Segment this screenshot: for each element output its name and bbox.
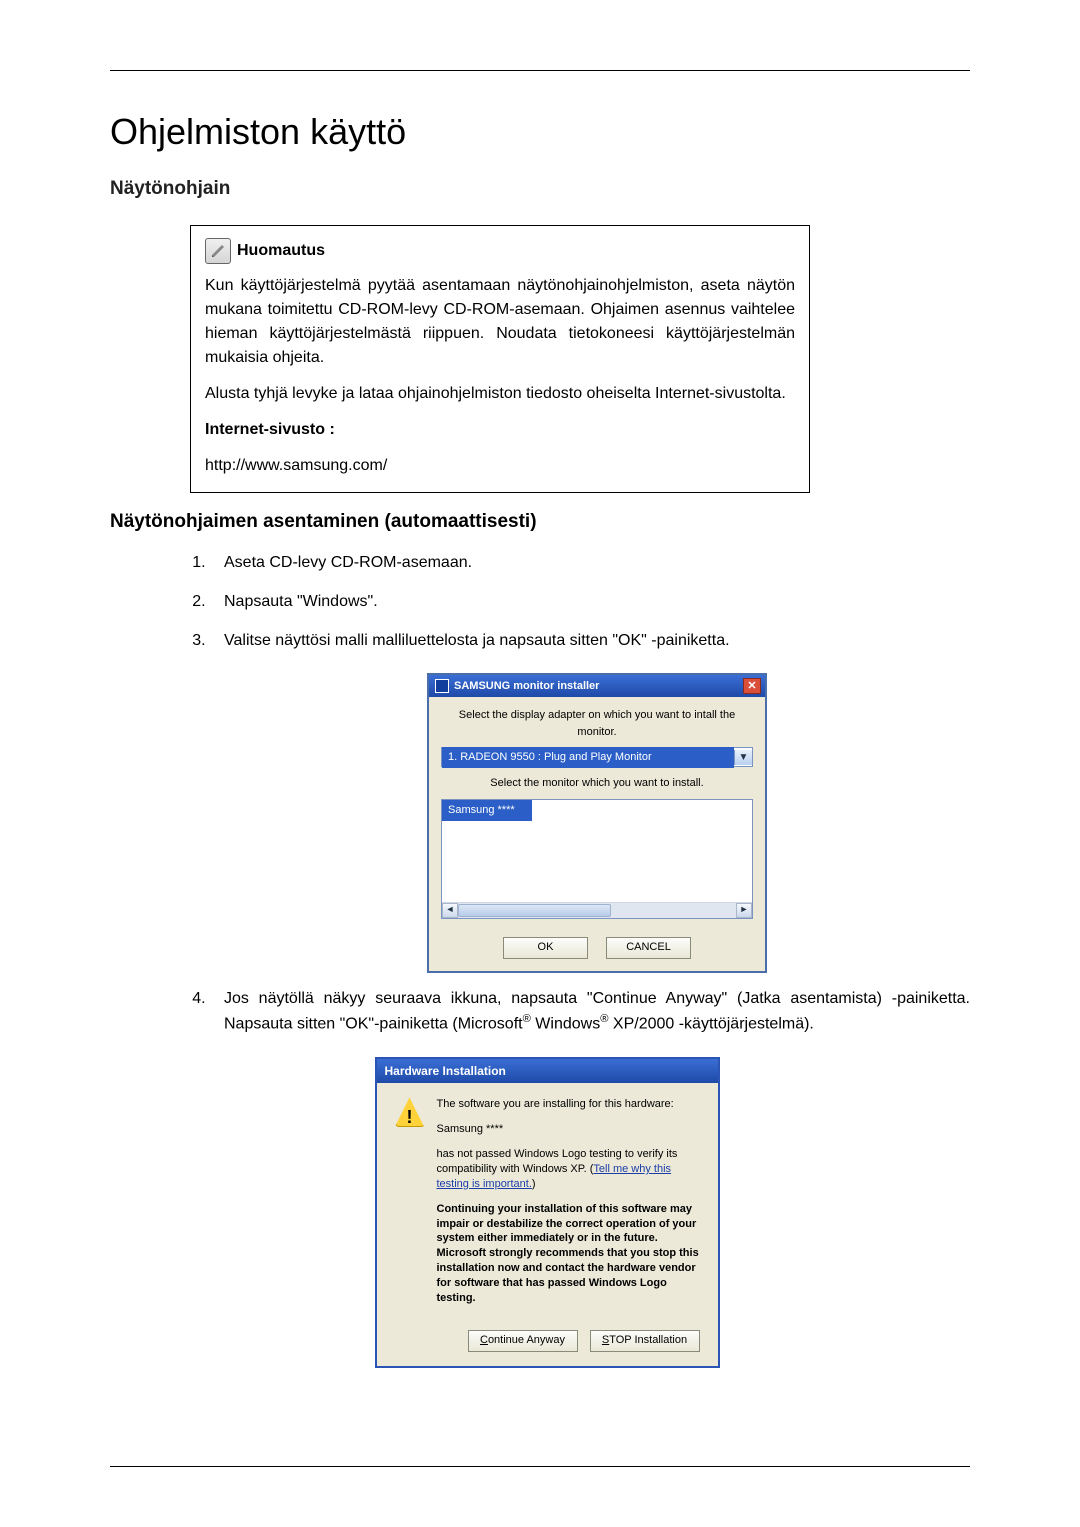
note-paragraph-1: Kun käyttöjärjestelmä pyytää asentamaan … — [205, 274, 795, 370]
cancel-button[interactable]: CANCEL — [606, 937, 691, 959]
note-site-line: Internet-sivusto : — [205, 418, 795, 442]
chevron-down-icon[interactable]: ▼ — [734, 750, 752, 766]
hw-line-2: Samsung **** — [437, 1122, 700, 1137]
hardware-installation-dialog: Hardware Installation The software you a… — [375, 1057, 720, 1367]
step-2: Napsauta "Windows". — [210, 590, 970, 615]
section-heading-driver: Näytönohjain — [110, 178, 970, 200]
dialog-body: Select the display adapter on which you … — [429, 697, 765, 970]
note-paragraph-2: Alusta tyhjä levyke ja lataa ohjainohjel… — [205, 382, 795, 406]
page-title: Ohjelmiston käyttö — [110, 111, 970, 153]
note-box: Huomautus Kun käyttöjärjestelmä pyytää a… — [190, 225, 810, 493]
note-url: http://www.samsung.com/ — [205, 454, 795, 478]
document-page: Ohjelmiston käyttö Näytönohjain Huomautu… — [0, 0, 1080, 1527]
dialog-titlebar: Hardware Installation — [377, 1059, 718, 1083]
step-4-text: Jos näytöllä näkyy seuraava ikkuna, naps… — [224, 987, 970, 1038]
note-header: Huomautus — [205, 238, 795, 264]
note-title: Huomautus — [237, 239, 325, 263]
dialog-app-icon — [435, 679, 449, 693]
scroll-thumb[interactable] — [458, 904, 611, 917]
step-3: Valitse näyttösi malli malliluettelosta … — [210, 629, 970, 973]
monitor-list-item[interactable]: Samsung **** — [442, 800, 532, 821]
top-rule — [110, 70, 970, 71]
scroll-track[interactable] — [458, 903, 736, 918]
install-steps: Aseta CD-levy CD-ROM-asemaan. Napsauta "… — [210, 551, 970, 1368]
continue-anyway-button[interactable]: Continue Anyway — [468, 1330, 578, 1352]
adapter-selected: 1. RADEON 9550 : Plug and Play Monitor — [442, 747, 734, 768]
adapter-prompt: Select the display adapter on which you … — [441, 707, 753, 741]
step-4: Jos näytöllä näkyy seuraava ikkuna, naps… — [210, 987, 970, 1368]
monitor-prompt: Select the monitor which you want to ins… — [441, 775, 753, 792]
note-icon — [205, 238, 231, 264]
hw-line-3: has not passed Windows Logo testing to v… — [437, 1147, 700, 1192]
cancel-button-label: CANCEL — [626, 939, 671, 956]
dialog-body: The software you are installing for this… — [377, 1083, 718, 1329]
bottom-rule — [110, 1466, 970, 1467]
warning-icon — [395, 1097, 425, 1127]
adapter-combobox[interactable]: 1. RADEON 9550 : Plug and Play Monitor ▼ — [441, 747, 753, 767]
dialog-title-text: SAMSUNG monitor installer — [454, 678, 599, 695]
step-1: Aseta CD-levy CD-ROM-asemaan. — [210, 551, 970, 576]
hw-warning-bold: Continuing your installation of this sof… — [437, 1202, 700, 1306]
dialog-button-row: OK CANCEL — [441, 937, 753, 959]
scroll-right-icon[interactable]: ► — [736, 903, 752, 918]
stop-installation-button[interactable]: STOP Installation — [590, 1330, 700, 1352]
dialog-title-text: Hardware Installation — [385, 1062, 506, 1081]
scroll-left-icon[interactable]: ◄ — [442, 903, 458, 918]
dialog-button-row: Continue Anyway STOP Installation — [377, 1330, 718, 1366]
section-heading-install-auto: Näytönohjaimen asentaminen (automaattise… — [110, 511, 970, 533]
dialog-message: The software you are installing for this… — [437, 1097, 700, 1315]
ok-button-label: OK — [538, 939, 554, 956]
internet-site-label: Internet-sivusto : — [205, 421, 335, 438]
step-2-text: Napsauta "Windows". — [224, 593, 378, 610]
hw-line-1: The software you are installing for this… — [437, 1097, 700, 1112]
step-3-text: Valitse näyttösi malli malliluettelosta … — [224, 632, 730, 649]
ok-button[interactable]: OK — [503, 937, 588, 959]
registered-mark: ® — [523, 1013, 531, 1025]
horizontal-scrollbar[interactable]: ◄ ► — [442, 902, 752, 918]
monitor-listbox[interactable]: Samsung **** ◄ ► — [441, 799, 753, 919]
dialog-titlebar: SAMSUNG monitor installer ✕ — [429, 675, 765, 697]
samsung-installer-dialog: SAMSUNG monitor installer ✕ Select the d… — [427, 673, 767, 972]
step-1-text: Aseta CD-levy CD-ROM-asemaan. — [224, 554, 472, 571]
close-icon[interactable]: ✕ — [743, 678, 761, 694]
